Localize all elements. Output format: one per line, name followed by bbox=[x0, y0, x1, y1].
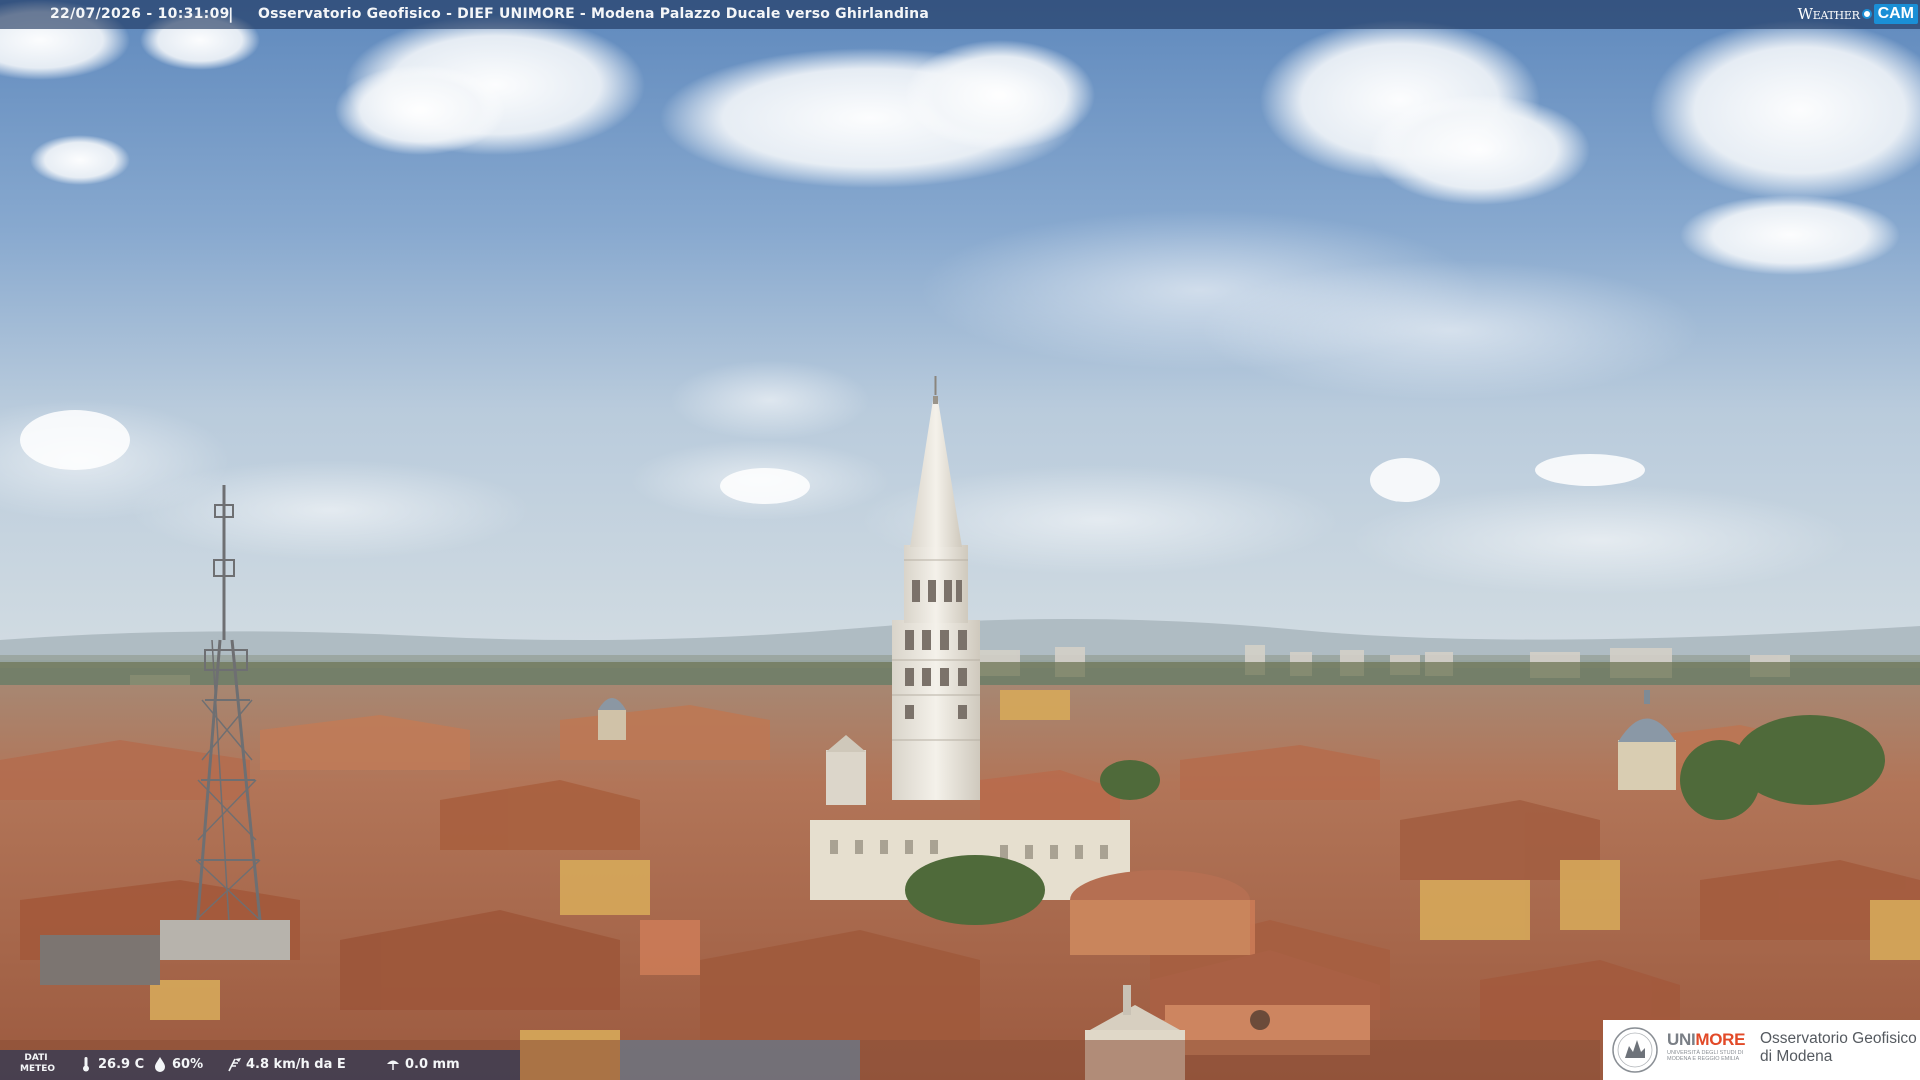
observatory-name-line2: di Modena bbox=[1760, 1048, 1833, 1065]
humidity-reading: 60% bbox=[152, 1056, 203, 1072]
unimore-observatory-logo: UNIMORE UNIVERSITÀ DEGLI STUDI DI MODENA… bbox=[1603, 1020, 1920, 1080]
wind-value: 4.8 km/h da E bbox=[246, 1056, 346, 1072]
weather-label-line2: METEO bbox=[20, 1064, 56, 1074]
weather-data-strip: DATI METEO 26.9 C 60% 4.8 km/h da E 0.0 … bbox=[0, 1050, 520, 1080]
separator: | bbox=[228, 5, 234, 23]
rain-reading: 0.0 mm bbox=[385, 1056, 460, 1072]
wind-reading: 4.8 km/h da E bbox=[226, 1056, 346, 1072]
weather-data-label: DATI METEO bbox=[20, 1053, 56, 1075]
weathercam-logo: Weather CAM bbox=[1798, 2, 1918, 26]
weathercam-dot-icon bbox=[1861, 9, 1872, 19]
unimore-more: MORE bbox=[1695, 1030, 1746, 1049]
temperature-reading: 26.9 C bbox=[78, 1056, 144, 1072]
camera-caption: Osservatorio Geofisico - DIEF UNIMORE - … bbox=[258, 6, 929, 22]
wind-icon bbox=[228, 1058, 241, 1072]
observatory-name-line1: Osservatorio Geofisico bbox=[1760, 1030, 1917, 1047]
rain-icon bbox=[387, 1060, 399, 1070]
unimore-seal-icon bbox=[1612, 1027, 1658, 1073]
webcam-scene bbox=[0, 0, 1920, 1080]
temperature-value: 26.9 C bbox=[98, 1056, 145, 1072]
humidity-drop-icon bbox=[155, 1057, 165, 1072]
rain-value: 0.0 mm bbox=[405, 1056, 460, 1072]
unimore-subtitle: UNIVERSITÀ DEGLI STUDI DI MODENA E REGGI… bbox=[1667, 1050, 1744, 1062]
webcam-info-bar: 22/07/2026 - 10:31:09 | Osservatorio Geo… bbox=[0, 0, 1920, 29]
weathercam-logo-text: Weather bbox=[1797, 5, 1860, 23]
weather-label-line1: DATI bbox=[24, 1053, 48, 1063]
observatory-name: Osservatorio Geofisico di Modena bbox=[1760, 1030, 1917, 1066]
unimore-wordmark: UNIMORE bbox=[1667, 1030, 1746, 1050]
weathercam-cam-text: CAM bbox=[1873, 4, 1918, 24]
timestamp: 22/07/2026 - 10:31:09 bbox=[50, 6, 230, 22]
unimore-uni: UNI bbox=[1667, 1030, 1696, 1049]
humidity-value: 60% bbox=[172, 1056, 204, 1072]
thermometer-icon bbox=[83, 1057, 89, 1072]
